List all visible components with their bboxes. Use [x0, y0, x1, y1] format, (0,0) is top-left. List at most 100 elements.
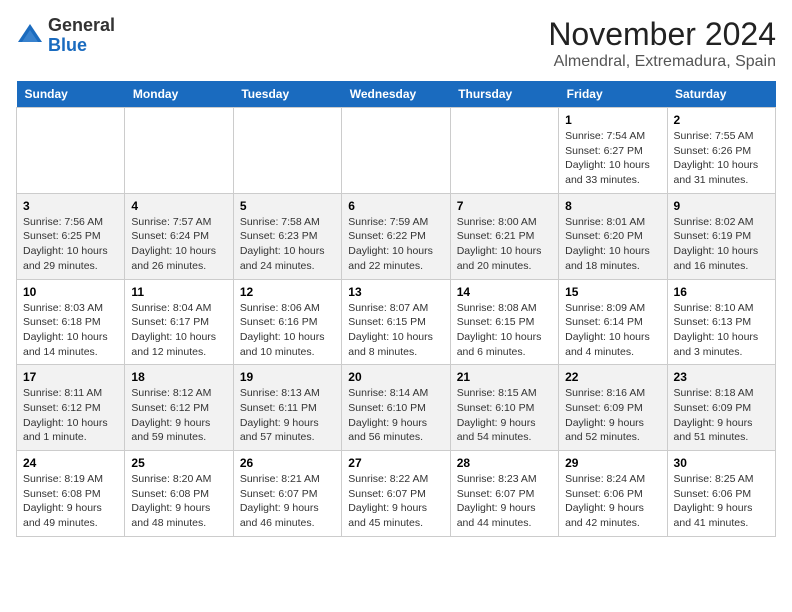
day-info: Sunrise: 8:25 AM Sunset: 6:06 PM Dayligh… — [674, 472, 769, 531]
day-cell: 12Sunrise: 8:06 AM Sunset: 6:16 PM Dayli… — [233, 279, 341, 365]
header: General Blue November 2024 Almendral, Ex… — [16, 16, 776, 71]
day-info: Sunrise: 8:04 AM Sunset: 6:17 PM Dayligh… — [131, 301, 226, 360]
day-cell: 14 Sunrise: 8:08 AM Sunset: 6:15 PM Dayli… — [450, 279, 558, 365]
day-info: Sunrise: 7:58 AM Sunset: 6:23 PM Dayligh… — [240, 215, 335, 274]
day-info: Sunrise: 8:12 AM Sunset: 6:12 PM Dayligh… — [131, 386, 226, 445]
day-cell: 25Sunrise: 8:20 AM Sunset: 6:08 PM Dayli… — [125, 451, 233, 537]
day-cell: 29Sunrise: 8:24 AM Sunset: 6:06 PM Dayli… — [559, 451, 667, 537]
day-cell: 9 Sunrise: 8:02 AM Sunset: 6:19 PM Daylig… — [667, 193, 775, 279]
day-info: Sunrise: 8:21 AM Sunset: 6:07 PM Dayligh… — [240, 472, 335, 531]
day-info: Sunrise: 8:23 AM Sunset: 6:07 PM Dayligh… — [457, 472, 552, 531]
day-cell: 20 Sunrise: 8:14 AM Sunset: 6:10 PM Dayli… — [342, 365, 450, 451]
day-cell: 7 Sunrise: 8:00 AM Sunset: 6:21 PM Daylig… — [450, 193, 558, 279]
weekday-thursday: Thursday — [450, 81, 558, 108]
day-info: Sunrise: 7:57 AM Sunset: 6:24 PM Dayligh… — [131, 215, 226, 274]
day-number: 28 — [457, 456, 552, 470]
logo-blue-text: Blue — [48, 35, 87, 55]
day-info: Sunrise: 8:08 AM Sunset: 6:15 PM Dayligh… — [457, 301, 552, 360]
day-info: Sunrise: 8:18 AM Sunset: 6:09 PM Dayligh… — [674, 386, 769, 445]
day-cell — [233, 108, 341, 194]
logo: General Blue — [16, 16, 115, 56]
logo-icon — [16, 22, 44, 50]
day-info: Sunrise: 8:00 AM Sunset: 6:21 PM Dayligh… — [457, 215, 552, 274]
day-number: 20 — [348, 370, 443, 384]
day-cell: 15 Sunrise: 8:09 AM Sunset: 6:14 PM Dayli… — [559, 279, 667, 365]
day-cell: 4Sunrise: 7:57 AM Sunset: 6:24 PM Daylig… — [125, 193, 233, 279]
day-number: 27 — [348, 456, 443, 470]
day-number: 14 — [457, 285, 552, 299]
day-cell: 5 Sunrise: 7:58 AM Sunset: 6:23 PM Daylig… — [233, 193, 341, 279]
day-info: Sunrise: 8:01 AM Sunset: 6:20 PM Dayligh… — [565, 215, 660, 274]
weekday-sunday: Sunday — [17, 81, 125, 108]
day-number: 18 — [131, 370, 226, 384]
day-info: Sunrise: 8:10 AM Sunset: 6:13 PM Dayligh… — [674, 301, 769, 360]
day-info: Sunrise: 8:09 AM Sunset: 6:14 PM Dayligh… — [565, 301, 660, 360]
weekday-header-row: SundayMondayTuesdayWednesdayThursdayFrid… — [17, 81, 776, 108]
weekday-tuesday: Tuesday — [233, 81, 341, 108]
day-number: 9 — [674, 199, 769, 213]
day-cell: 22 Sunrise: 8:16 AM Sunset: 6:09 PM Dayli… — [559, 365, 667, 451]
week-row-1: 1Sunrise: 7:54 AM Sunset: 6:27 PM Daylig… — [17, 108, 776, 194]
day-cell: 18 Sunrise: 8:12 AM Sunset: 6:12 PM Dayli… — [125, 365, 233, 451]
day-cell — [342, 108, 450, 194]
day-info: Sunrise: 8:16 AM Sunset: 6:09 PM Dayligh… — [565, 386, 660, 445]
day-cell — [125, 108, 233, 194]
day-cell: 16Sunrise: 8:10 AM Sunset: 6:13 PM Dayli… — [667, 279, 775, 365]
day-number: 2 — [674, 113, 769, 127]
day-number: 26 — [240, 456, 335, 470]
day-number: 3 — [23, 199, 118, 213]
month-title: November 2024 — [548, 16, 776, 53]
weekday-monday: Monday — [125, 81, 233, 108]
day-info: Sunrise: 8:20 AM Sunset: 6:08 PM Dayligh… — [131, 472, 226, 531]
day-cell: 10Sunrise: 8:03 AM Sunset: 6:18 PM Dayli… — [17, 279, 125, 365]
day-info: Sunrise: 8:07 AM Sunset: 6:15 PM Dayligh… — [348, 301, 443, 360]
weekday-wednesday: Wednesday — [342, 81, 450, 108]
day-number: 22 — [565, 370, 660, 384]
week-row-3: 10Sunrise: 8:03 AM Sunset: 6:18 PM Dayli… — [17, 279, 776, 365]
day-info: Sunrise: 8:02 AM Sunset: 6:19 PM Dayligh… — [674, 215, 769, 274]
day-number: 29 — [565, 456, 660, 470]
calendar-table: SundayMondayTuesdayWednesdayThursdayFrid… — [16, 81, 776, 537]
day-cell: 6 Sunrise: 7:59 AM Sunset: 6:22 PM Daylig… — [342, 193, 450, 279]
day-info: Sunrise: 7:59 AM Sunset: 6:22 PM Dayligh… — [348, 215, 443, 274]
day-cell: 27 Sunrise: 8:22 AM Sunset: 6:07 PM Dayli… — [342, 451, 450, 537]
day-number: 15 — [565, 285, 660, 299]
day-info: Sunrise: 8:13 AM Sunset: 6:11 PM Dayligh… — [240, 386, 335, 445]
day-number: 5 — [240, 199, 335, 213]
day-cell: 24Sunrise: 8:19 AM Sunset: 6:08 PM Dayli… — [17, 451, 125, 537]
day-cell: 21 Sunrise: 8:15 AM Sunset: 6:10 PM Dayli… — [450, 365, 558, 451]
day-info: Sunrise: 7:56 AM Sunset: 6:25 PM Dayligh… — [23, 215, 118, 274]
day-cell — [450, 108, 558, 194]
day-number: 23 — [674, 370, 769, 384]
day-cell: 13Sunrise: 8:07 AM Sunset: 6:15 PM Dayli… — [342, 279, 450, 365]
day-number: 8 — [565, 199, 660, 213]
week-row-2: 3 Sunrise: 7:56 AM Sunset: 6:25 PM Daylig… — [17, 193, 776, 279]
week-row-4: 17 Sunrise: 8:11 AM Sunset: 6:12 PM Dayli… — [17, 365, 776, 451]
day-number: 7 — [457, 199, 552, 213]
day-info: Sunrise: 8:15 AM Sunset: 6:10 PM Dayligh… — [457, 386, 552, 445]
weekday-saturday: Saturday — [667, 81, 775, 108]
logo-general-text: General — [48, 15, 115, 35]
day-info: Sunrise: 8:11 AM Sunset: 6:12 PM Dayligh… — [23, 386, 118, 445]
day-number: 21 — [457, 370, 552, 384]
day-cell: 23 Sunrise: 8:18 AM Sunset: 6:09 PM Dayli… — [667, 365, 775, 451]
day-number: 6 — [348, 199, 443, 213]
title-area: November 2024 Almendral, Extremadura, Sp… — [548, 16, 776, 71]
day-number: 11 — [131, 285, 226, 299]
day-info: Sunrise: 8:06 AM Sunset: 6:16 PM Dayligh… — [240, 301, 335, 360]
day-info: Sunrise: 7:54 AM Sunset: 6:27 PM Dayligh… — [565, 129, 660, 188]
day-info: Sunrise: 7:55 AM Sunset: 6:26 PM Dayligh… — [674, 129, 769, 188]
day-cell: 3 Sunrise: 7:56 AM Sunset: 6:25 PM Daylig… — [17, 193, 125, 279]
day-cell: 2 Sunrise: 7:55 AM Sunset: 6:26 PM Daylig… — [667, 108, 775, 194]
day-cell: 19 Sunrise: 8:13 AM Sunset: 6:11 PM Dayli… — [233, 365, 341, 451]
day-cell: 28 Sunrise: 8:23 AM Sunset: 6:07 PM Dayli… — [450, 451, 558, 537]
day-info: Sunrise: 8:14 AM Sunset: 6:10 PM Dayligh… — [348, 386, 443, 445]
day-cell: 8 Sunrise: 8:01 AM Sunset: 6:20 PM Daylig… — [559, 193, 667, 279]
day-info: Sunrise: 8:22 AM Sunset: 6:07 PM Dayligh… — [348, 472, 443, 531]
day-cell: 26 Sunrise: 8:21 AM Sunset: 6:07 PM Dayli… — [233, 451, 341, 537]
day-number: 17 — [23, 370, 118, 384]
day-number: 10 — [23, 285, 118, 299]
day-cell: 17 Sunrise: 8:11 AM Sunset: 6:12 PM Dayli… — [17, 365, 125, 451]
day-number: 19 — [240, 370, 335, 384]
day-info: Sunrise: 8:19 AM Sunset: 6:08 PM Dayligh… — [23, 472, 118, 531]
